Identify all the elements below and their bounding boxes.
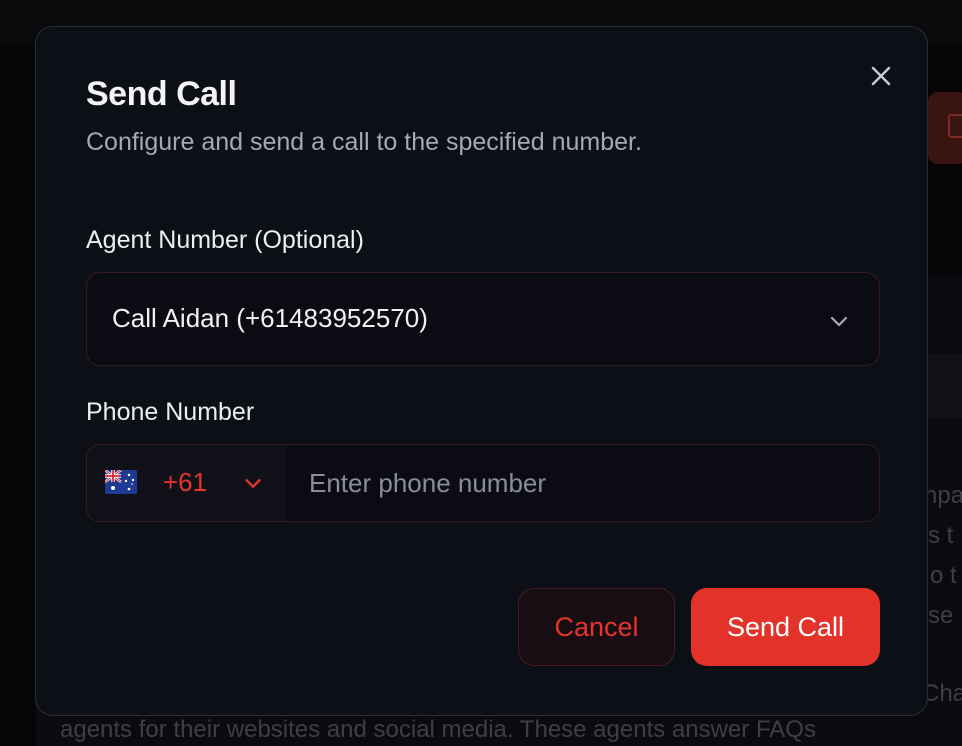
close-icon	[871, 66, 891, 86]
agent-number-select[interactable]: Call Aidan (+61483952570)	[86, 272, 880, 366]
australia-flag-icon	[105, 470, 137, 494]
send-call-button[interactable]: Send Call	[691, 588, 880, 666]
chevron-down-icon	[245, 479, 261, 488]
chevron-down-icon	[830, 316, 848, 327]
agent-number-label: Agent Number (Optional)	[86, 226, 364, 254]
background-text-fragment: Cha	[922, 680, 962, 707]
agent-number-selected-value: Call Aidan (+61483952570)	[112, 303, 428, 333]
phone-number-label: Phone Number	[86, 398, 255, 426]
country-code-select[interactable]: +61	[87, 445, 287, 521]
close-button[interactable]	[866, 61, 896, 91]
background-text-fragment: s t	[928, 522, 954, 549]
phone-number-input[interactable]	[287, 445, 879, 521]
dialog-description: Configure and send a call to the specifi…	[86, 128, 642, 156]
background-text-fragment: o t	[930, 562, 957, 589]
dial-code: +61	[163, 467, 208, 497]
phone-number-field-group: +61	[86, 444, 880, 522]
send-call-dialog: Send Call Configure and send a call to t…	[35, 26, 928, 716]
save-icon	[948, 114, 962, 138]
background-text-fragment: se	[928, 602, 954, 629]
background-body-text: agents for their websites and social med…	[60, 716, 816, 743]
cancel-button[interactable]: Cancel	[518, 588, 675, 666]
background-text-fragment: npa	[924, 482, 962, 509]
dialog-title: Send Call	[86, 75, 237, 113]
